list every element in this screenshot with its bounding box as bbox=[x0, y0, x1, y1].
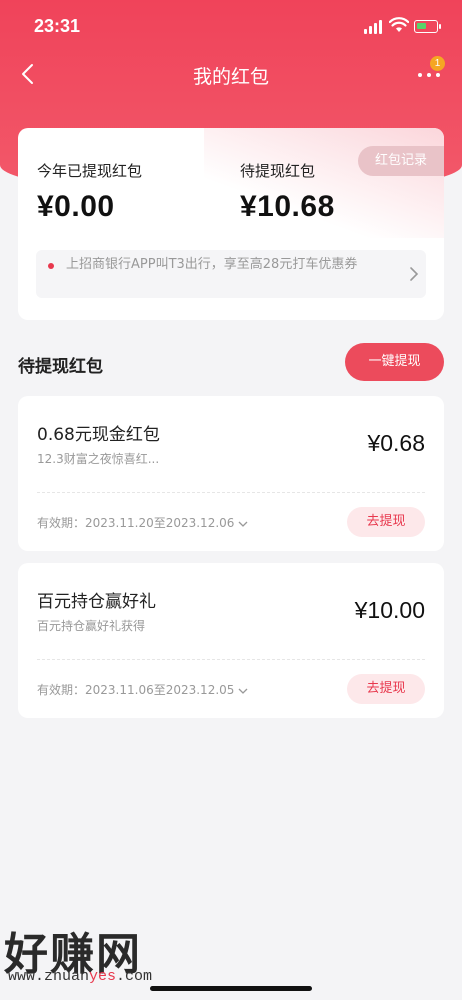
page-title: 我的红包 bbox=[192, 66, 269, 88]
packet-title: 0.68元现金红包 bbox=[37, 425, 160, 445]
notice-dot-icon bbox=[48, 263, 54, 269]
validity-text: 有效期：2023.11.20至2023.12.06 bbox=[37, 516, 235, 530]
packet-desc: 百元持仓赢好礼获得 bbox=[37, 619, 146, 633]
promo-notice[interactable]: 上招商银行APP叫T3出行，享至高28元打车优惠券 bbox=[36, 250, 426, 298]
withdrawn-amount: ¥0.00 bbox=[37, 190, 115, 223]
watermark-logo: 好赚网 www.zhuanyes.com bbox=[0, 918, 200, 988]
withdraw-all-button[interactable]: 一键提现 bbox=[345, 343, 444, 381]
packet-card: 0.68元现金红包 12.3财富之夜惊喜红... ¥0.68 有效期：2023.… bbox=[18, 396, 444, 551]
packet-amount: ¥0.68 bbox=[367, 430, 425, 456]
divider bbox=[37, 659, 425, 660]
chevron-down-icon bbox=[238, 521, 248, 527]
packet-desc: 12.3财富之夜惊喜红... bbox=[37, 452, 160, 466]
wifi-icon bbox=[389, 17, 409, 32]
home-indicator[interactable] bbox=[150, 986, 312, 991]
status-time: 23:31 bbox=[34, 16, 81, 36]
packet-validity[interactable]: 有效期：2023.11.06至2023.12.05 bbox=[37, 681, 248, 698]
packet-card: 百元持仓赢好礼 百元持仓赢好礼获得 ¥10.00 有效期：2023.11.06至… bbox=[18, 563, 444, 718]
withdraw-button[interactable]: 去提现 bbox=[347, 507, 425, 537]
withdraw-button[interactable]: 去提现 bbox=[347, 674, 425, 704]
packet-validity[interactable]: 有效期：2023.11.20至2023.12.06 bbox=[37, 514, 248, 531]
withdrawn-label: 今年已提现红包 bbox=[37, 162, 143, 180]
status-bar: 23:31 bbox=[0, 0, 462, 52]
pending-label: 待提现红包 bbox=[240, 162, 316, 180]
chevron-down-icon bbox=[238, 688, 248, 694]
redpacket-record-button[interactable]: 红包记录 bbox=[358, 146, 444, 176]
packet-title: 百元持仓赢好礼 bbox=[37, 592, 156, 612]
notice-text: 上招商银行APP叫T3出行，享至高28元打车优惠券 bbox=[66, 257, 358, 272]
chevron-right-icon bbox=[410, 267, 419, 281]
divider bbox=[37, 492, 425, 493]
summary-card: 红包记录 今年已提现红包 ¥0.00 待提现红包 ¥10.68 上招商银行APP… bbox=[18, 128, 444, 320]
watermark-url: www.zhuanyes.com bbox=[8, 968, 153, 985]
pending-amount: ¥10.68 bbox=[240, 190, 335, 223]
notification-badge: 1 bbox=[430, 56, 445, 71]
nav-bar: 我的红包 bbox=[0, 52, 462, 96]
packet-amount: ¥10.00 bbox=[354, 597, 425, 623]
validity-text: 有效期：2023.11.06至2023.12.05 bbox=[37, 683, 235, 697]
battery-icon bbox=[414, 20, 441, 33]
section-title: 待提现红包 bbox=[18, 357, 103, 377]
signal-icon bbox=[364, 20, 384, 34]
